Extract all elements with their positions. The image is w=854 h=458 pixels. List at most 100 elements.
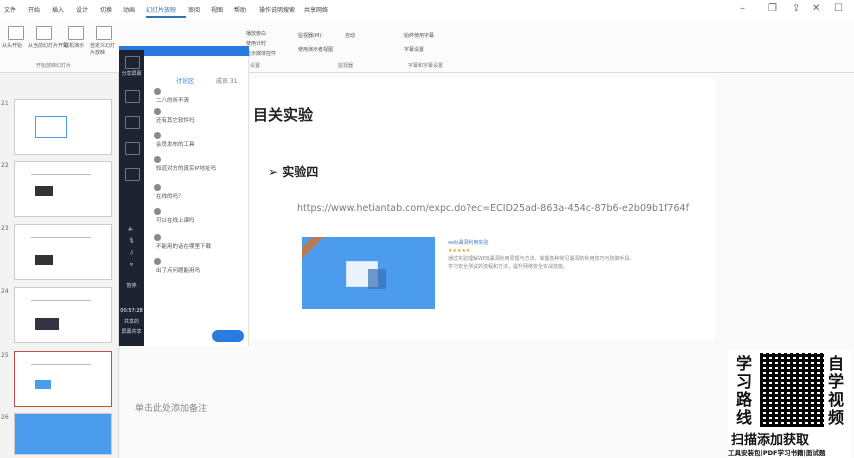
avatar <box>154 258 161 265</box>
minimize-icon[interactable]: – <box>740 3 745 14</box>
music-icon[interactable]: ♫ <box>119 250 144 256</box>
chat-message-text: 不能用的话在哪里下载 <box>156 244 212 250</box>
avatar <box>154 184 161 191</box>
screen-share-sidebar: 分享屏幕 🔈 🎙 ♫ ✕ 暂停 00:57:28 共享的 屏幕共享 <box>119 50 144 346</box>
thumbnail-diagram <box>35 116 67 138</box>
share-icon[interactable]: ⇪ <box>792 3 800 14</box>
slide-number: 23 <box>1 225 9 232</box>
thumbnail-image <box>35 186 53 196</box>
slide-thumbnail-22[interactable] <box>14 161 112 217</box>
slide-number: 21 <box>1 100 9 107</box>
custom-slideshow-button[interactable]: 自定义幻灯片放映 <box>90 42 118 56</box>
tab-review[interactable]: 审阅 <box>188 5 200 14</box>
card-ribbon <box>302 237 325 264</box>
slide-number: 22 <box>1 162 9 169</box>
tab-home[interactable]: 开始 <box>28 5 40 14</box>
tab-transitions[interactable]: 切换 <box>100 5 112 14</box>
chat-message-text: 二八的听不清 <box>156 98 190 104</box>
tool-icon[interactable] <box>125 90 140 103</box>
tab-help[interactable]: 帮助 <box>234 5 246 14</box>
promo-char: 频 <box>828 408 845 427</box>
experiment-url[interactable]: https://www.hetiantab.com/expc.do?ec=ECI… <box>297 203 689 214</box>
card-rating: ★★★★★ <box>448 248 471 254</box>
thumbnail-line <box>31 174 91 175</box>
use-timings-checkbox[interactable]: 使用计时 <box>246 40 266 47</box>
slide-title: 目关实验 <box>253 106 314 124</box>
online-present-icon[interactable] <box>68 26 84 40</box>
monitor-select[interactable]: 自动 <box>345 32 355 39</box>
chat-message: 二八的听不清 <box>154 88 244 104</box>
chat-message: 在线的吗？ <box>154 184 244 200</box>
thumbnail-image <box>35 380 51 389</box>
play-narration-checkbox[interactable]: 播放旁白 <box>246 30 266 37</box>
chat-message: 可以在线上课吗 <box>154 208 244 224</box>
tab-view[interactable]: 视图 <box>211 5 223 14</box>
notes-placeholder[interactable]: 单击此处添加备注 <box>135 401 207 414</box>
share-screen-label: 分享屏幕 <box>121 71 142 77</box>
tool-icon[interactable] <box>125 168 140 181</box>
mic-icon[interactable]: 🎙 <box>119 238 144 244</box>
online-present-button[interactable]: 联机演示 <box>64 42 84 49</box>
group-label-start: 开始放映幻灯片 <box>36 63 72 69</box>
card-text: web漏洞利用实验 ★★★★★ 通过实验理解WEB漏洞利用原理与方法，掌握各种常… <box>448 239 638 271</box>
restore-icon[interactable]: ❐ <box>768 3 777 14</box>
card-description: 通过实验理解WEB漏洞利用原理与方法，掌握各种常见漏洞的利用技巧与防御手段，学习… <box>448 256 635 270</box>
chat-message-text: 在线的吗？ <box>156 194 184 200</box>
slide-number: 26 <box>1 414 9 421</box>
slide-thumbnail-24[interactable] <box>14 287 112 343</box>
show-media-controls-checkbox[interactable]: 显示媒体控件 <box>246 50 276 57</box>
tab-insert[interactable]: 插入 <box>52 5 64 14</box>
avatar <box>154 132 161 139</box>
chat-panel: 讨论区 成员 31 二八的听不清 还有其它软件吗 会员发布的工具 知道对方的真实… <box>144 56 249 346</box>
tab-members[interactable]: 成员 31 <box>216 76 238 85</box>
tab-animations[interactable]: 动画 <box>123 5 135 14</box>
chat-message: 知道对方的真实IP地址吗 <box>154 156 244 172</box>
slide-thumbnail-23[interactable] <box>14 224 112 280</box>
tab-share-network[interactable]: 共享网络 <box>304 5 328 14</box>
tab-file[interactable]: 文件 <box>4 5 16 14</box>
thumbnail-image <box>35 318 59 330</box>
avatar <box>154 234 161 241</box>
play-from-start-button[interactable]: 从头开始 <box>2 42 22 49</box>
tab-slideshow[interactable]: 幻灯片放映 <box>146 5 176 14</box>
tab-search[interactable]: 操作说明搜索 <box>259 5 295 14</box>
tab-discussion[interactable]: 讨论区 <box>176 76 194 85</box>
monitor-label: 监视器(M): <box>298 33 323 39</box>
group-label-setup: 设置 <box>250 63 261 69</box>
play-from-start-icon[interactable] <box>8 26 24 40</box>
chat-message-text: 出了点问题能用吗 <box>156 268 201 274</box>
play-from-current-icon[interactable] <box>36 26 52 40</box>
share-screen-icon[interactable] <box>125 56 140 69</box>
slide-thumbnail-25[interactable] <box>14 351 112 407</box>
card-title[interactable]: web漏洞利用实验 <box>448 239 638 247</box>
tab-design[interactable]: 设计 <box>76 5 88 14</box>
qr-code <box>760 353 824 427</box>
presenter-view-checkbox[interactable]: 使用演示者视图 <box>298 46 333 53</box>
custom-slideshow-icon[interactable] <box>96 26 112 40</box>
chat-message-text: 还有其它软件吗 <box>156 118 195 124</box>
always-subtitles-checkbox[interactable]: 始终使用字幕 <box>404 32 434 39</box>
slide-subtitle: ➢ 实验四 <box>268 165 319 179</box>
chat-message: 出了点问题能用吗 <box>154 258 244 274</box>
card-image <box>302 237 435 309</box>
close-icon[interactable]: ✕ <box>812 3 820 14</box>
pause-label[interactable]: 暂停 <box>119 282 144 289</box>
volume-icon[interactable]: 🔈 <box>119 226 144 232</box>
play-from-current-button[interactable]: 从当前幻灯片开始 <box>28 42 68 49</box>
tool-icon[interactable] <box>125 116 140 129</box>
thumbnail-line <box>31 237 91 238</box>
gear-icon[interactable] <box>125 142 140 155</box>
avatar <box>154 108 161 115</box>
expand-icon[interactable]: ✕ <box>119 262 144 268</box>
chat-message: 还有其它软件吗 <box>154 108 244 124</box>
comment-icon[interactable]: ☐ <box>834 3 843 14</box>
card-illustration-shadow <box>368 269 386 289</box>
send-button[interactable] <box>212 330 244 342</box>
subtitle-settings-button[interactable]: 字幕设置 <box>404 46 424 53</box>
screen-share-label: 屏幕共享 <box>121 329 142 335</box>
slide-thumbnail-26[interactable] <box>14 413 112 455</box>
slide-thumbnail-21[interactable] <box>14 99 112 155</box>
promo-overlay: 学 习 路 线 自 学 视 频 扫描添加获取 工具安装包|PDF学习书籍|面试题 <box>728 350 852 458</box>
avatar <box>154 88 161 95</box>
chat-message-text: 会员发布的工具 <box>156 142 195 148</box>
